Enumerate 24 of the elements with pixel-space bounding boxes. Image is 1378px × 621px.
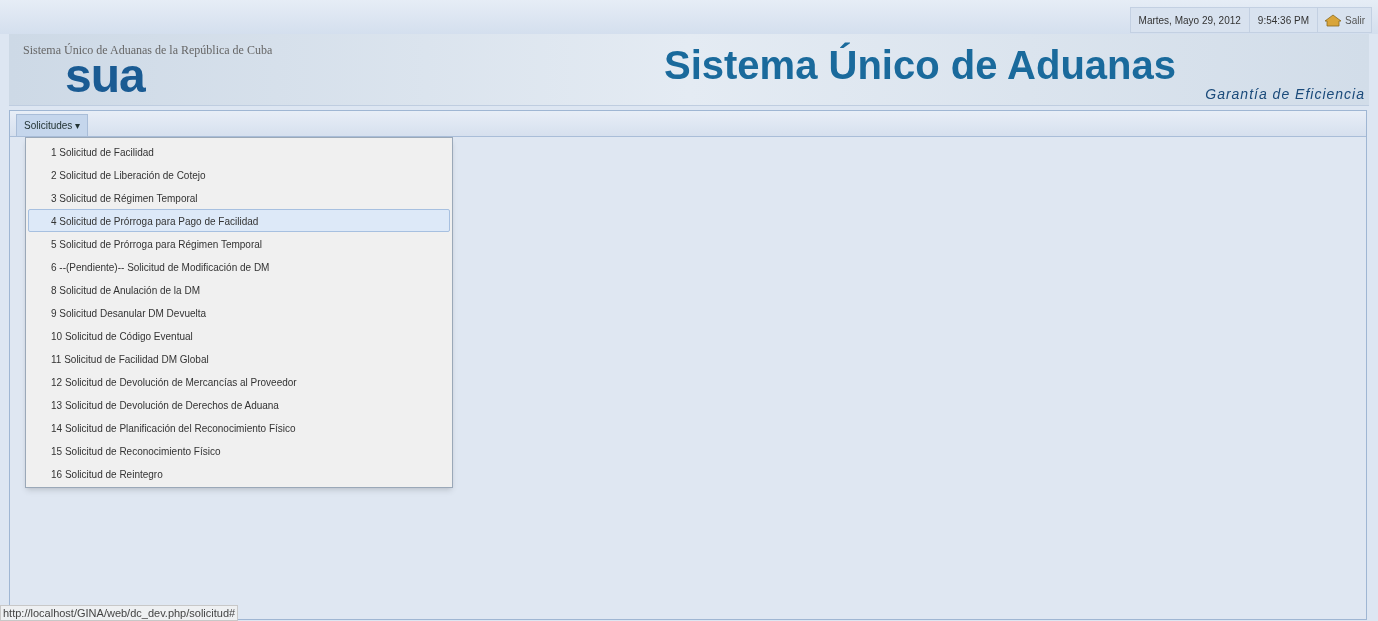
menu-item[interactable]: 1 Solicitud de Facilidad [28, 140, 450, 163]
menu-item[interactable]: 6 --(Pendiente)-- Solicitud de Modificación de DM [28, 255, 450, 278]
menu-item[interactable]: 11 Solicitud de Facilidad DM Global [28, 347, 450, 370]
menu-item[interactable]: 13 Solicitud de Devolución de Derechos de Aduana [28, 393, 450, 416]
menu-item[interactable]: 2 Solicitud de Liberación de Cotejo [28, 163, 450, 186]
menu-item[interactable]: 15 Solicitud de Reconocimiento Físico [28, 439, 450, 462]
banner-title: Sistema Único de Aduanas [664, 42, 1176, 88]
menu-item[interactable]: 5 Solicitud de Prórroga para Régimen Temporal [28, 232, 450, 255]
banner-subtitle: Sistema Único de Aduanas de la República de Cuba [23, 42, 273, 59]
menu-item[interactable]: 12 Solicitud de Devolución de Mercancías al Proveedor [28, 370, 450, 393]
menu-item[interactable]: 4 Solicitud de Prórroga para Pago de Facilidad [28, 209, 450, 232]
logout-link[interactable]: Salir [1318, 12, 1371, 28]
menu-item[interactable]: 10 Solicitud de Código Eventual [28, 324, 450, 347]
banner-tagline: Garantía de Eficiencia [1205, 85, 1365, 104]
menu-item[interactable]: 9 Solicitud Desanular DM Devuelta [28, 301, 450, 324]
header-time: 9:54:36 PM [1256, 13, 1310, 28]
home-icon [1324, 13, 1342, 27]
menu-item[interactable]: 14 Solicitud de Planificación del Reconocimiento Físico [28, 416, 450, 439]
status-url: http://localhost/GINA/web/dc_dev.php/solicitud# [0, 605, 239, 621]
menu-item[interactable]: 8 Solicitud de Anulación de la DM [28, 278, 450, 301]
header-date: Martes, Mayo 29, 2012 [1137, 13, 1242, 28]
solicitudes-menu-button[interactable]: Solicitudes ▾ [16, 114, 89, 136]
menu-item[interactable]: 16 Solicitud de Reintegro [28, 462, 450, 485]
menu-item[interactable]: 3 Solicitud de Régimen Temporal [28, 186, 450, 209]
